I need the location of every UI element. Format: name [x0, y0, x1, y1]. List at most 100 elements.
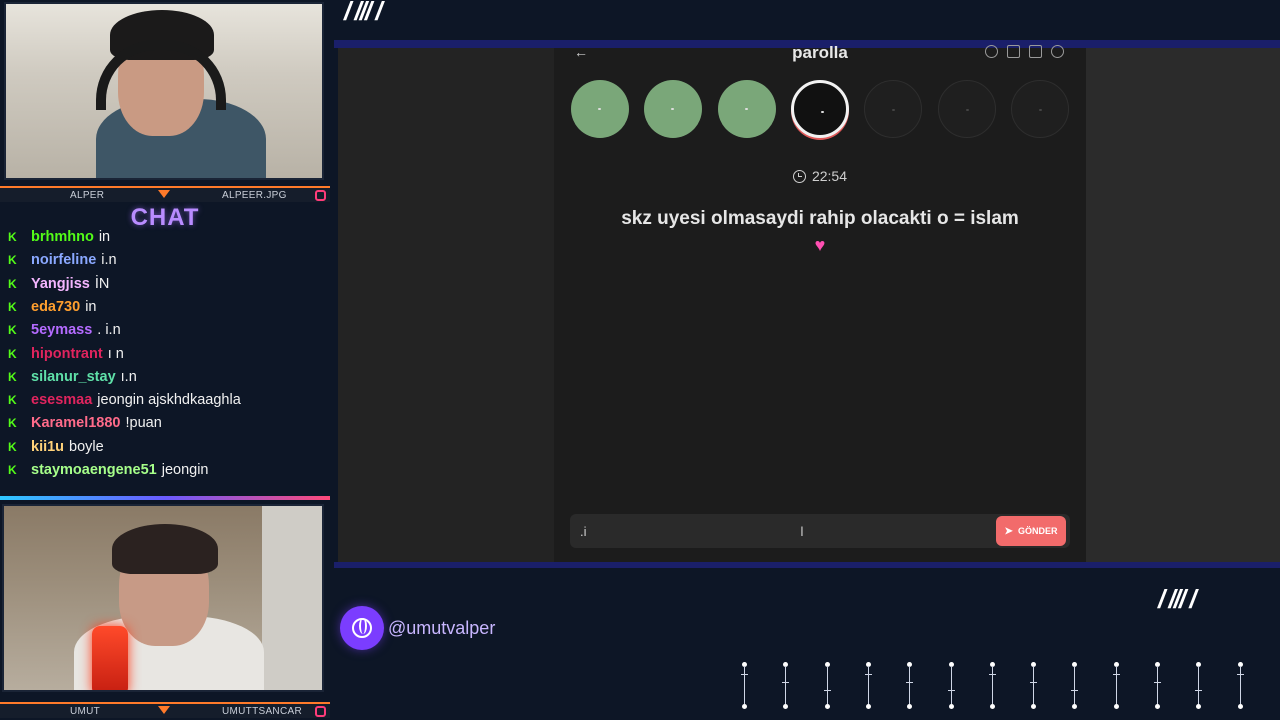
letter-circle-pending [1010, 80, 1069, 138]
webcam-bottom-handle: UMUTTSANCAR [222, 705, 302, 717]
screen-capture: ← parolla 22:54 skz uyesi olmasaydi rahi… [338, 43, 1280, 562]
dot-icon [1196, 704, 1202, 709]
kick-badge-icon: K [8, 346, 17, 361]
chat-text: ı.n [120, 368, 137, 385]
dot-line [1239, 666, 1241, 704]
info-icon[interactable] [985, 45, 998, 58]
social-handle: @umutvalper [340, 606, 495, 650]
kick-badge-icon: K [8, 369, 17, 384]
chat-username[interactable]: Karamel1880 [31, 415, 121, 431]
chat-username[interactable]: noirfeline [31, 252, 96, 268]
dot-column [1029, 660, 1039, 710]
dot-column [1112, 660, 1122, 710]
chat-message: Kstaymoaengene51 jeongin [8, 460, 209, 480]
webcam-top-name: ALPER [70, 189, 105, 201]
chat-username[interactable]: kii1u [31, 439, 64, 455]
chat-message: Ksilanur_stay ı.n [8, 367, 137, 387]
dot-column [1070, 660, 1080, 710]
kick-badge-icon: K [8, 416, 17, 431]
kick-badge-icon: K [8, 299, 17, 314]
dot-tick [1195, 690, 1203, 691]
dot-icon [744, 108, 748, 110]
send-label: GÖNDER [1017, 526, 1058, 536]
chat-text: in [98, 229, 111, 245]
dot-line [1157, 666, 1158, 704]
dot-line [744, 666, 745, 704]
dot-line [1115, 666, 1117, 704]
chat-username[interactable]: brhmhno [31, 229, 94, 245]
chat-message: Kkii1u boyle [8, 437, 104, 457]
answer-input[interactable] [580, 522, 980, 540]
answer-bar: I ➤ GÖNDER [570, 514, 1070, 548]
dot-column [1236, 660, 1246, 710]
dot-line [867, 666, 869, 704]
send-button[interactable]: ➤ GÖNDER [996, 516, 1066, 546]
chat-message: Kesesmaa jeongin ajskhdkaaghla [8, 390, 241, 410]
chat-message: Keda730 in [8, 297, 96, 317]
triangle-icon [158, 190, 170, 198]
dot-tick [782, 682, 790, 683]
profile-icon[interactable] [1051, 45, 1064, 58]
side-panel-left [338, 48, 554, 562]
chat-username[interactable]: staymoaengene51 [31, 462, 157, 478]
instagram-icon [315, 190, 326, 201]
dot-tick [1154, 682, 1161, 683]
app-header: ← parolla [554, 43, 1086, 62]
dot-line [991, 666, 993, 704]
text-cursor-icon: I [800, 523, 804, 539]
letter-circle-done [571, 80, 629, 138]
instagram-icon [315, 706, 326, 717]
streamer-hair [112, 524, 218, 574]
dot-column [988, 660, 998, 710]
kick-badge-icon: K [8, 393, 17, 408]
dot-tick [988, 674, 996, 675]
chat-username[interactable]: eda730 [31, 299, 80, 315]
dot-icon [1155, 704, 1160, 709]
dot-column [781, 660, 791, 710]
dots-decor [740, 660, 1250, 712]
dot-tick [741, 674, 748, 675]
webcam-bottom-nameplate: UMUT UMUTTSANCAR [0, 702, 330, 718]
letter-circle-done [644, 80, 703, 138]
chat-username[interactable]: silanur_stay [31, 369, 116, 385]
dot-icon [892, 109, 896, 111]
dot-icon [989, 704, 995, 709]
dot-line [785, 666, 787, 704]
letter-circle-pending [937, 80, 996, 138]
dot-icon [820, 111, 824, 113]
side-panel-right [1086, 48, 1280, 562]
chat-text: İN [94, 275, 110, 292]
send-icon: ➤ [1004, 525, 1013, 537]
parolla-app: ← parolla 22:54 skz uyesi olmasaydi rahi… [554, 43, 1086, 562]
dot-tick [1071, 690, 1079, 691]
dot-tick [823, 690, 831, 691]
chat-icon[interactable] [1029, 45, 1042, 58]
heart-icon: ♥ [814, 235, 826, 255]
dot-line [1033, 666, 1035, 704]
background-door [262, 506, 322, 690]
dot-icon [865, 704, 871, 709]
chat-divider [0, 496, 330, 500]
dot-icon [598, 108, 601, 110]
letter-circle-pending [864, 80, 923, 138]
frame-bottom-bar [334, 562, 1280, 568]
dot-column [1194, 660, 1204, 710]
dot-column [864, 660, 874, 710]
timer: 22:54 [554, 168, 1086, 184]
stats-icon[interactable] [1007, 45, 1020, 58]
chat-username[interactable]: esesmaa [31, 392, 92, 408]
question-text: skz uyesi olmasaydi rahip olacakti o = i… [614, 205, 1026, 259]
chat-text: jeongin ajskhdkaaghla [97, 392, 241, 409]
chat-username[interactable]: Yangjiss [31, 276, 90, 292]
globe-icon [340, 606, 384, 650]
webcam-top-nameplate: ALPER ALPEER.JPG [0, 186, 330, 202]
letter-circle-done [717, 80, 776, 138]
chat-username[interactable]: hipontrant [31, 346, 103, 362]
dot-tick [947, 690, 955, 691]
kick-badge-icon: K [8, 253, 17, 268]
kick-badge-icon: K [8, 230, 17, 244]
chat-message: Knoirfeline i.n [8, 250, 117, 270]
chat-username[interactable]: 5eymass [31, 322, 92, 338]
dot-icon [1038, 109, 1042, 111]
dot-icon [742, 704, 747, 709]
